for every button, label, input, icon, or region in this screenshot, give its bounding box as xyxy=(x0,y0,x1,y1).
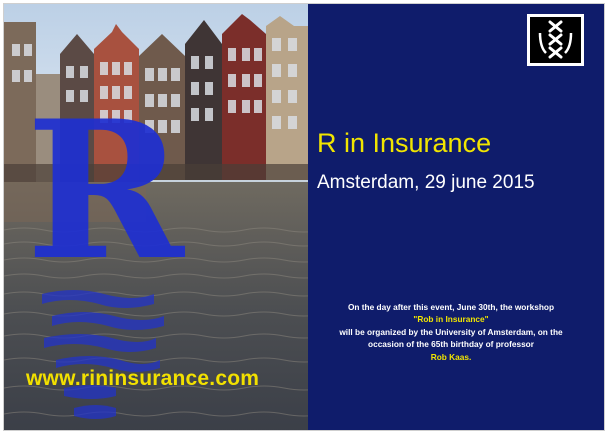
large-r-letter: R xyxy=(26,79,184,302)
note-line-4: occasion of the 65th birthday of profess… xyxy=(368,339,534,350)
professor-name: Rob Kaas. xyxy=(430,351,472,362)
workshop-note: On the day after this event, June 30th, … xyxy=(318,301,584,363)
poster: R www.rininsurance.com xyxy=(3,3,605,431)
note-line-1: On the day after this event, June 30th, … xyxy=(347,302,555,312)
crosses-icon xyxy=(538,20,573,59)
event-title: R in Insurance xyxy=(317,128,492,158)
info-panel xyxy=(308,4,604,430)
note-line-3: will be organized by the University of A… xyxy=(339,326,563,337)
workshop-title: "Rob in Insurance" xyxy=(413,314,489,325)
website-url[interactable]: www.rininsurance.com xyxy=(26,367,259,391)
event-date-location: Amsterdam, 29 june 2015 xyxy=(317,172,535,193)
university-logo xyxy=(527,14,584,66)
